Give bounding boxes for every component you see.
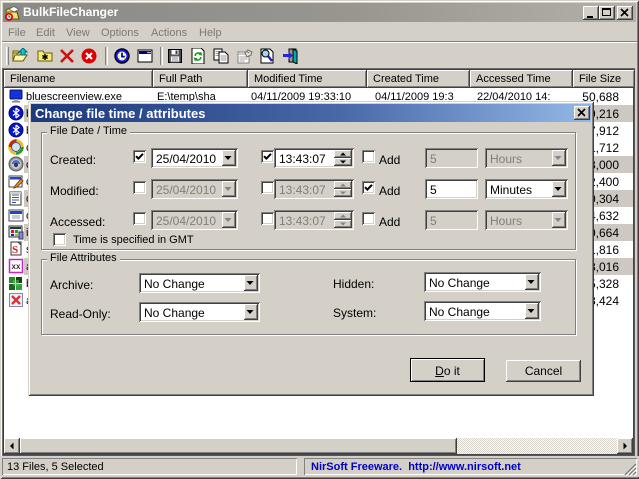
svg-text:S: S (12, 244, 18, 256)
svg-text:xx: xx (12, 262, 21, 271)
